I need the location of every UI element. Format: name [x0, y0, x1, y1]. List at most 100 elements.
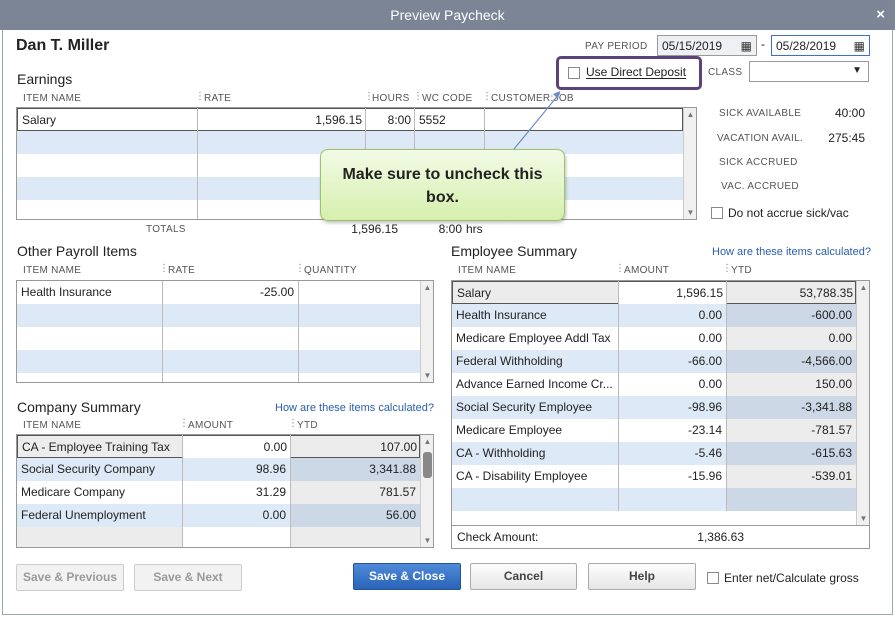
employee-ytd[interactable]: -600.00 [726, 304, 856, 327]
employee-ytd[interactable]: -781.57 [726, 419, 856, 442]
scroll-down-icon[interactable]: ▼ [421, 536, 433, 545]
table-row[interactable]: Medicare Employee Addl Tax 0.00 0.00 [452, 327, 856, 350]
employee-ytd[interactable]: -539.01 [726, 465, 856, 488]
enter-net-checkbox[interactable] [707, 572, 719, 584]
earnings-hours[interactable]: 8:00 [366, 109, 415, 132]
employee-ytd[interactable]: -4,566.00 [726, 350, 856, 373]
table-row[interactable]: Federal Withholding -66.00 -4,566.00 [452, 350, 856, 373]
table-row[interactable] [452, 488, 856, 511]
table-row[interactable]: Health Insurance -25.00 [17, 281, 420, 304]
company-calc-link[interactable]: How are these items calculated? [275, 402, 434, 414]
table-row[interactable]: Social Security Employee -98.96 -3,341.8… [452, 396, 856, 419]
other-payroll-scrollbar[interactable]: ▲ ▼ [420, 281, 433, 382]
scroll-down-icon[interactable]: ▼ [684, 208, 696, 217]
company-amount[interactable]: 0.00 [183, 436, 291, 459]
table-row[interactable]: Social Security Company 98.96 3,341.88 [17, 458, 420, 481]
employee-item[interactable]: Salary [453, 282, 619, 305]
employee-ytd[interactable]: -3,341.88 [726, 396, 856, 419]
company-amount[interactable]: 0.00 [182, 504, 290, 527]
chevron-down-icon[interactable]: ▼ [852, 65, 862, 76]
table-row[interactable]: CA - Withholding -5.46 -615.63 [452, 442, 856, 465]
company-ytd[interactable]: 107.00 [291, 436, 421, 459]
employee-amount[interactable]: -66.00 [618, 350, 726, 373]
employee-amount[interactable]: 1,596.15 [619, 282, 727, 305]
company-item[interactable]: Medicare Company [17, 481, 182, 504]
table-row[interactable]: Salary 1,596.15 8:00 5552 [17, 108, 683, 131]
earnings-wc-code[interactable]: 5552 [415, 109, 485, 132]
close-icon[interactable]: × [876, 6, 885, 23]
other-rate[interactable]: -25.00 [162, 281, 298, 304]
calendar-icon[interactable]: ▦ [741, 39, 752, 53]
employee-item[interactable]: Medicare Employee [452, 419, 618, 442]
table-row[interactable] [17, 350, 420, 373]
table-row[interactable]: CA - Employee Training Tax 0.00 107.00 [17, 435, 421, 459]
earnings-item[interactable]: Salary [18, 109, 198, 132]
employee-item[interactable]: CA - Withholding [452, 442, 618, 465]
do-not-accrue-checkbox[interactable] [711, 207, 723, 219]
employee-ytd[interactable]: 150.00 [726, 373, 856, 396]
employee-item[interactable]: Advance Earned Income Cr... [452, 373, 618, 396]
save-next-button[interactable]: Save & Next [134, 564, 242, 591]
company-amount[interactable]: 98.96 [182, 458, 290, 481]
employee-summary-scrollbar[interactable]: ▲ ▼ [856, 281, 869, 525]
company-item[interactable]: CA - Employee Training Tax [18, 436, 183, 459]
scroll-up-icon[interactable]: ▲ [684, 110, 696, 119]
table-row[interactable]: Federal Unemployment 0.00 56.00 [17, 504, 420, 527]
company-ytd[interactable]: 3,341.88 [290, 458, 420, 481]
class-dropdown[interactable]: ▼ [749, 61, 869, 82]
employee-amount[interactable]: -23.14 [618, 419, 726, 442]
table-row[interactable]: Medicare Company 31.29 781.57 [17, 481, 420, 504]
employee-ytd[interactable]: 0.00 [726, 327, 856, 350]
table-row[interactable]: Medicare Employee -23.14 -781.57 [452, 419, 856, 442]
employee-ytd[interactable]: -615.63 [726, 442, 856, 465]
help-button[interactable]: Help [588, 563, 696, 590]
employee-amount[interactable]: -98.96 [618, 396, 726, 419]
table-row[interactable] [17, 527, 420, 547]
employee-ytd[interactable]: 53,788.35 [727, 282, 857, 305]
company-amount[interactable]: 31.29 [182, 481, 290, 504]
other-item[interactable]: Health Insurance [17, 281, 162, 304]
employee-item[interactable]: Medicare Employee Addl Tax [452, 327, 618, 350]
scroll-up-icon[interactable]: ▲ [421, 283, 433, 292]
save-previous-button[interactable]: Save & Previous [16, 564, 124, 591]
enter-net-label[interactable]: Enter net/Calculate gross [724, 571, 859, 585]
save-close-button[interactable]: Save & Close [353, 563, 461, 590]
direct-deposit-checkbox[interactable] [568, 67, 580, 79]
employee-item[interactable]: Health Insurance [452, 304, 618, 327]
employee-item[interactable]: Federal Withholding [452, 350, 618, 373]
direct-deposit-label[interactable]: Use Direct Deposit [586, 65, 686, 79]
scroll-thumb[interactable] [423, 452, 432, 478]
scroll-down-icon[interactable]: ▼ [857, 514, 869, 523]
company-empty[interactable] [290, 527, 420, 547]
table-row[interactable]: Health Insurance 0.00 -600.00 [452, 304, 856, 327]
other-quantity[interactable] [298, 281, 420, 304]
employee-amount[interactable]: -5.46 [618, 442, 726, 465]
employee-item[interactable]: Social Security Employee [452, 396, 618, 419]
company-item[interactable]: Social Security Company [17, 458, 182, 481]
do-not-accrue-label[interactable]: Do not accrue sick/vac [728, 206, 849, 220]
employee-amount[interactable]: 0.00 [618, 327, 726, 350]
table-row[interactable] [17, 304, 420, 327]
earnings-scrollbar[interactable]: ▲ ▼ [683, 108, 696, 219]
table-row[interactable]: CA - Disability Employee -15.96 -539.01 [452, 465, 856, 488]
scroll-up-icon[interactable]: ▲ [421, 437, 433, 446]
pay-period-end-field[interactable]: 05/28/2019 ▦ [771, 35, 870, 56]
calendar-icon[interactable]: ▦ [854, 39, 865, 53]
company-item[interactable]: Federal Unemployment [17, 504, 182, 527]
employee-calc-link[interactable]: How are these items calculated? [712, 246, 871, 258]
earnings-customer-job[interactable] [485, 109, 684, 132]
table-row[interactable] [17, 327, 420, 350]
employee-empty[interactable] [726, 488, 856, 511]
table-row[interactable]: Advance Earned Income Cr... 0.00 150.00 [452, 373, 856, 396]
scroll-down-icon[interactable]: ▼ [421, 371, 433, 380]
scroll-up-icon[interactable]: ▲ [857, 283, 869, 292]
company-ytd[interactable]: 781.57 [290, 481, 420, 504]
employee-amount[interactable]: 0.00 [618, 373, 726, 396]
employee-amount[interactable]: 0.00 [618, 304, 726, 327]
table-row[interactable]: Salary 1,596.15 53,788.35 [452, 281, 857, 305]
earnings-rate[interactable]: 1,596.15 [198, 109, 366, 132]
company-empty[interactable] [17, 527, 182, 547]
pay-period-start-field[interactable]: 05/15/2019 ▦ [657, 35, 757, 56]
cancel-button[interactable]: Cancel [470, 563, 577, 590]
company-ytd[interactable]: 56.00 [290, 504, 420, 527]
